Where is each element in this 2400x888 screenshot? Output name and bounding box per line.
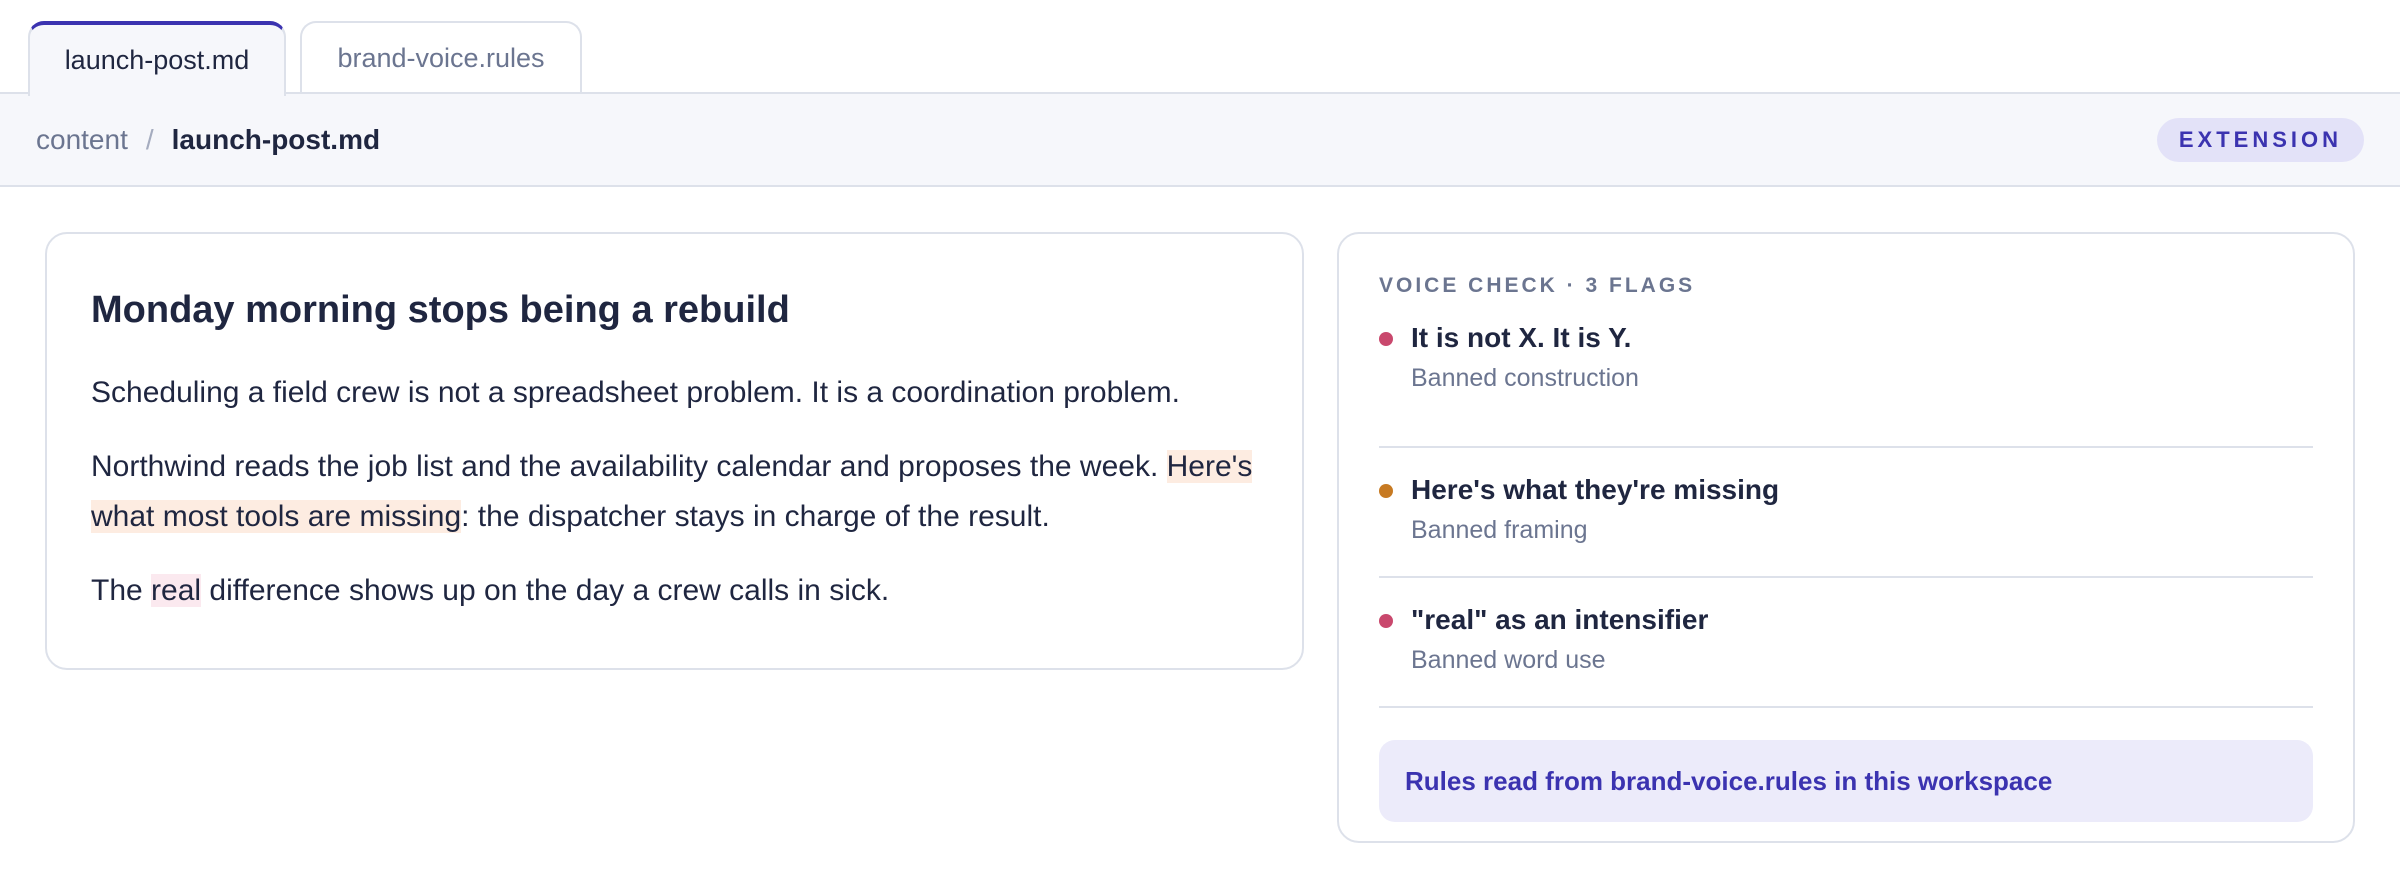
paragraph-3-text: The bbox=[91, 573, 152, 607]
flag-item[interactable]: "real" as an intensifier Banned word use bbox=[1379, 578, 2313, 708]
severity-dot-icon bbox=[1379, 332, 1393, 346]
breadcrumb-current: launch-post.md bbox=[171, 123, 381, 155]
breadcrumb: content / launch-post.md bbox=[36, 94, 380, 185]
flag-highlight-word[interactable]: real bbox=[151, 573, 202, 607]
flag-category: Banned framing bbox=[1411, 516, 1588, 544]
panel-heading: VOICE CHECK · 3 FLAGS bbox=[1379, 274, 1696, 297]
paragraph-2: Northwind reads the job list and the ava… bbox=[91, 442, 1258, 542]
flag-item[interactable]: Here's what they're missing Banned frami… bbox=[1379, 448, 2313, 578]
breadcrumb-separator: / bbox=[145, 123, 154, 155]
tab-label: launch-post.md bbox=[64, 45, 250, 75]
severity-dot-icon bbox=[1379, 614, 1393, 628]
rules-source-note[interactable]: Rules read from brand-voice.rules in thi… bbox=[1379, 740, 2313, 822]
paragraph-1: Scheduling a field crew is not a spreads… bbox=[91, 375, 1180, 409]
paragraph-3: The real difference shows up on the day … bbox=[91, 566, 1258, 616]
extension-badge: EXTENSION bbox=[2156, 118, 2364, 162]
voice-check-panel: VOICE CHECK · 3 FLAGS It is not X. It is… bbox=[1337, 232, 2355, 843]
tab-strip: launch-post.md brand-voice.rules bbox=[0, 0, 2400, 96]
flag-category: Banned word use bbox=[1411, 646, 1606, 674]
flag-title: It is not X. It is Y. bbox=[1411, 322, 1632, 353]
tab-launch-post[interactable]: launch-post.md bbox=[28, 21, 286, 96]
tab-label: brand-voice.rules bbox=[337, 43, 545, 73]
breadcrumb-root[interactable]: content bbox=[36, 124, 128, 156]
tab-brand-voice-rules[interactable]: brand-voice.rules bbox=[300, 21, 582, 94]
breadcrumb-bar: content / launch-post.md EXTENSION bbox=[0, 92, 2400, 187]
paragraph-2-text: Northwind reads the job list and the ava… bbox=[91, 449, 1167, 483]
paragraph-3-text: difference shows up on the day a crew ca… bbox=[201, 573, 890, 607]
flag-item[interactable]: It is not X. It is Y. Banned constructio… bbox=[1379, 318, 2313, 448]
flag-title: Here's what they're missing bbox=[1411, 474, 1780, 505]
flag-category: Banned construction bbox=[1411, 364, 1639, 392]
flag-title: "real" as an intensifier bbox=[1411, 604, 1709, 635]
severity-dot-icon bbox=[1379, 484, 1393, 498]
paragraph-2-text: : the dispatcher stays in charge of the … bbox=[461, 499, 1050, 533]
document-title: Monday morning stops being a rebuild bbox=[91, 289, 790, 331]
document-editor[interactable]: Monday morning stops being a rebuild Sch… bbox=[45, 232, 1304, 670]
